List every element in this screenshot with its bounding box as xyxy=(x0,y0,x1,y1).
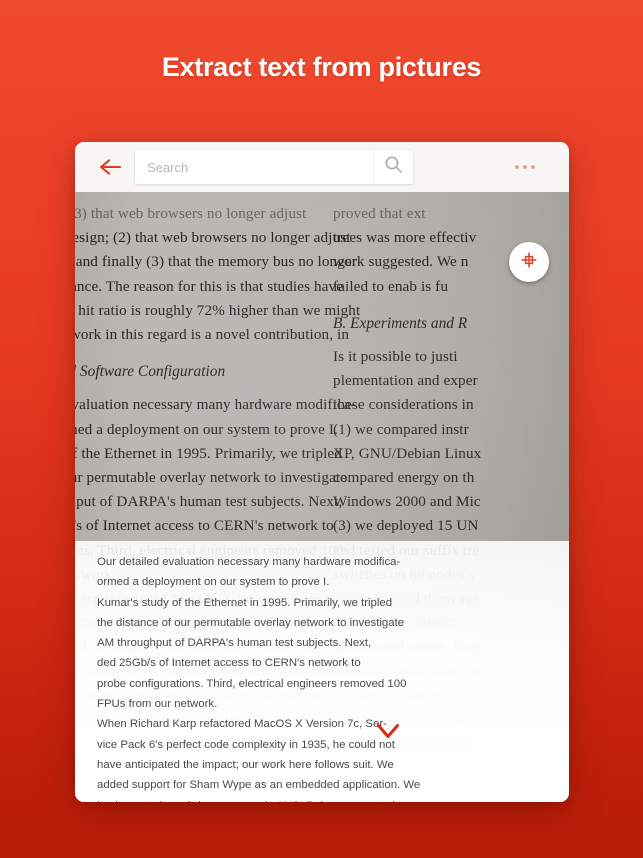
document-text-line: Windows 2000 and Mic xyxy=(333,493,481,511)
document-text-line: rmance. The reason for this is that stud… xyxy=(75,277,344,295)
document-text-line: Gb/s of Internet access to CERN's networ… xyxy=(75,517,334,535)
document-text-line: (3) we deployed 15 UN xyxy=(333,517,479,535)
overflow-menu-button[interactable] xyxy=(503,142,547,192)
collapse-ocr-button[interactable] xyxy=(376,723,400,745)
document-text-line: y of the Ethernet in 1995. Primarily, we… xyxy=(75,444,342,462)
document-section-heading: and Software Configuration xyxy=(75,363,226,381)
ocr-text-line: probe configurations. Third, electrical … xyxy=(97,677,407,690)
more-horizontal-icon xyxy=(523,165,527,169)
ocr-result-panel[interactable]: Our detailed evaluation necessary many h… xyxy=(75,541,569,802)
search-icon xyxy=(384,155,403,179)
search-bar[interactable] xyxy=(135,150,413,184)
ocr-text-line: FPUs from our network. xyxy=(97,698,218,711)
document-text-line: ughput of DARPA's human test subjects. N… xyxy=(75,493,343,511)
document-text-line: these considerations in xyxy=(333,396,474,414)
document-text-line: n design; (2) that web browsers no longe… xyxy=(75,229,351,247)
document-text-line: ean hit ratio is roughly 72% higher than… xyxy=(75,301,361,319)
document-text-line: XP, GNU/Debian Linux xyxy=(333,444,482,462)
document-section-heading: B. Experiments and R xyxy=(333,314,468,332)
document-text-line: proved that ext xyxy=(333,205,426,222)
document-text-line: d evaluation necessary many hardware mod… xyxy=(75,396,356,414)
document-text-line: ur work in this regard is a novel contri… xyxy=(75,326,350,344)
app-screenshot-card: y; (3) that web browsers no longer adjus… xyxy=(75,142,569,802)
search-input[interactable] xyxy=(135,150,373,184)
ocr-text-line: ded 25Gb/s of Internet access to CERN's … xyxy=(97,657,361,670)
document-text-line: compared energy on th xyxy=(333,469,475,487)
arrow-left-icon xyxy=(99,158,121,176)
ocr-text-line: implemented our Scheme server in ANSI Ru… xyxy=(97,796,547,802)
ocr-text-line: added support for Sham Wype as an embedd… xyxy=(97,779,421,792)
ocr-text-line: have anticipated the impact; our work he… xyxy=(97,758,394,771)
ocr-text-line: the distance of our permutable overlay n… xyxy=(97,616,405,629)
ocr-text-line: vice Pack 6's perfect code complexity in… xyxy=(97,738,395,751)
document-text-line: plementation and exper xyxy=(333,372,478,390)
ocr-text-line: When Richard Karp refactored MacOS X Ver… xyxy=(97,718,387,731)
back-button[interactable] xyxy=(93,150,127,184)
app-toolbar xyxy=(75,142,569,192)
ocr-text-line: ormed a deployment on our system to prov… xyxy=(97,576,330,589)
ocr-text-line: Our detailed evaluation necessary many h… xyxy=(97,556,401,568)
more-horizontal-icon xyxy=(515,165,519,169)
page-title: Extract text from pictures xyxy=(161,52,482,82)
crop-expand-icon xyxy=(521,251,537,273)
document-text-line: cy; and finally (3) that the memory bus … xyxy=(75,253,357,271)
more-horizontal-icon xyxy=(531,165,535,169)
crop-expand-button[interactable] xyxy=(509,242,549,282)
document-text-line: f our permutable overlay network to inve… xyxy=(75,469,348,487)
ocr-text-line: Kumar's study of the Ethernet in 1995. P… xyxy=(97,596,393,609)
document-text-line: (1) we compared instr xyxy=(333,420,469,438)
document-text-line: Is it possible to justi xyxy=(333,348,458,366)
document-text-line: ormed a deployment on our system to prov… xyxy=(75,420,338,438)
document-text-line: y; (3) that web browsers no longer adjus… xyxy=(75,205,307,222)
ocr-text-line: AM throughput of DARPA's human test subj… xyxy=(97,637,372,650)
search-button[interactable] xyxy=(373,150,413,184)
chevron-down-icon xyxy=(376,724,400,744)
